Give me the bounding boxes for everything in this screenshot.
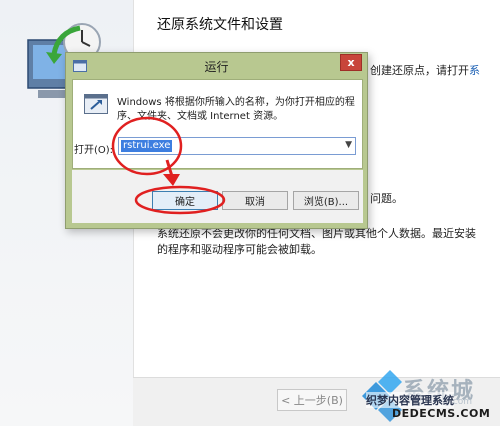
ok-button[interactable]: 确定: [152, 191, 218, 210]
back-button[interactable]: < 上一步(B): [277, 389, 347, 411]
watermark-cms-text: 织梦内容管理系统: [366, 392, 454, 408]
run-program-icon: [84, 94, 108, 114]
browse-button[interactable]: 浏览(B)...: [293, 191, 359, 210]
run-description: Windows 将根据你所输入的名称，为你打开相应的程序、文件夹、文档或 Int…: [117, 97, 355, 122]
close-button[interactable]: x: [340, 54, 362, 71]
wizard-partial-link[interactable]: 系: [469, 64, 480, 77]
wizard-partial-text-2: 问题。: [370, 192, 403, 205]
cancel-button[interactable]: 取消: [222, 191, 288, 210]
wizard-partial-line: 创建还原点，请打开: [370, 64, 469, 77]
run-body: Windows 将根据你所输入的名称，为你打开相应的程序、文件夹、文档或 Int…: [72, 79, 363, 169]
run-dialog: 运行 x Windows 将根据你所输入的名称，为你打开相应的程序、文件夹、文档…: [65, 52, 368, 229]
run-titlebar[interactable]: 运行 x: [66, 53, 367, 79]
wizard-partial-text: 创建还原点，请打开系: [370, 62, 480, 78]
chevron-down-icon[interactable]: ▼: [345, 140, 352, 150]
open-label: 打开(O):: [74, 145, 114, 156]
open-combobox[interactable]: rstrui.exe ▼: [118, 137, 356, 155]
wizard-note: 系统还原不会更改你的任何文档、图片或其他个人数据。最近安装的程序和驱动程序可能会…: [157, 227, 476, 256]
run-title: 运行: [204, 60, 229, 74]
wizard-title: 还原系统文件和设置: [157, 17, 283, 33]
open-input-value[interactable]: rstrui.exe: [121, 140, 173, 152]
watermark-site: DEDECMS.COM: [392, 407, 491, 420]
